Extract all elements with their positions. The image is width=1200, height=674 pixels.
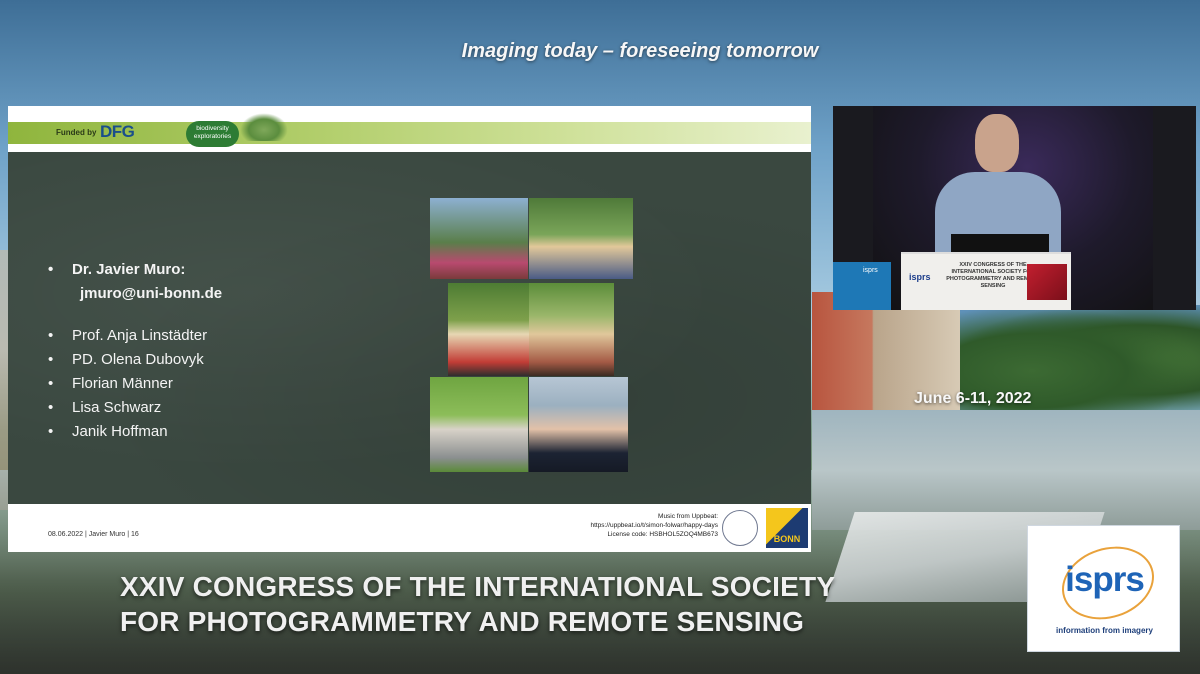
contact-list: Dr. Javier Muro: jmuro@uni-bonn.de Prof.… <box>48 258 222 444</box>
team-photo <box>529 377 628 472</box>
list-item: Florian Männer <box>48 372 222 396</box>
podium: isprs XXIV CONGRESS OF THE INTERNATIONAL… <box>901 252 1071 310</box>
slogan: Imaging today – foreseeing tomorrow <box>461 40 819 62</box>
bonn-logo: BONN <box>766 508 808 548</box>
list-item: Janik Hoffman <box>48 420 222 444</box>
contact-email: jmuro@uni-bonn.de <box>80 285 223 302</box>
laptop <box>951 234 1049 254</box>
music-credit-line: License code: HSBHOL5ZOQ4MB673 <box>607 531 718 538</box>
speaker-head <box>975 114 1019 172</box>
slide-footer: 08.06.2022 | Javier Muro | 16 Music from… <box>8 504 811 552</box>
university-seal-icon <box>722 510 758 546</box>
list-item: PD. Olena Dubovyk <box>48 348 222 372</box>
music-credit-line: https://uppbeat.io/t/simon-folwar/happy-… <box>590 522 718 529</box>
slide-header: Funded by DFG biodiversity exploratories <box>8 106 811 152</box>
side-screen-label: isprs <box>863 267 878 274</box>
congress-title-line: XXIV CONGRESS OF THE INTERNATIONAL SOCIE… <box>120 571 836 602</box>
music-credit: Music from Uppbeat: https://uppbeat.io/t… <box>538 512 718 539</box>
side-screen: isprs <box>833 262 891 310</box>
team-photo <box>529 198 633 279</box>
list-item: Prof. Anja Linstädter <box>48 324 222 348</box>
biodiversity-exploratories-logo: biodiversity exploratories <box>186 121 239 147</box>
congress-dates: June 6-11, 2022 <box>914 390 1032 407</box>
list-item: Lisa Schwarz <box>48 396 222 420</box>
isprs-wordmark: isprs <box>1065 560 1145 599</box>
footer-date-author: 08.06.2022 | Javier Muro | 16 <box>48 531 139 538</box>
germany-map-icon <box>240 113 288 141</box>
congress-title-line: FOR PHOTOGRAMMETRY AND REMOTE SENSING <box>120 606 805 637</box>
team-photo <box>430 377 528 472</box>
congress-title: XXIV CONGRESS OF THE INTERNATIONAL SOCIE… <box>120 569 880 639</box>
slide-body: Dr. Javier Muro: jmuro@uni-bonn.de Prof.… <box>8 152 811 504</box>
team-photo <box>430 198 528 279</box>
isprs-logo: isprs information from imagery <box>1027 525 1180 652</box>
dfg-logo: DFG <box>100 122 135 141</box>
funded-by-label: Funded by <box>56 128 97 137</box>
podium-red-logo-icon <box>1027 264 1067 300</box>
isprs-tagline: information from imagery <box>1056 626 1153 635</box>
team-photo <box>529 283 614 376</box>
podium-isprs-logo: isprs <box>909 272 931 282</box>
list-item-main-contact: Dr. Javier Muro: <box>48 258 222 282</box>
presentation-slide: Funded by DFG biodiversity exploratories… <box>8 106 811 552</box>
music-credit-line: Music from Uppbeat: <box>658 513 718 520</box>
team-photo <box>448 283 529 376</box>
